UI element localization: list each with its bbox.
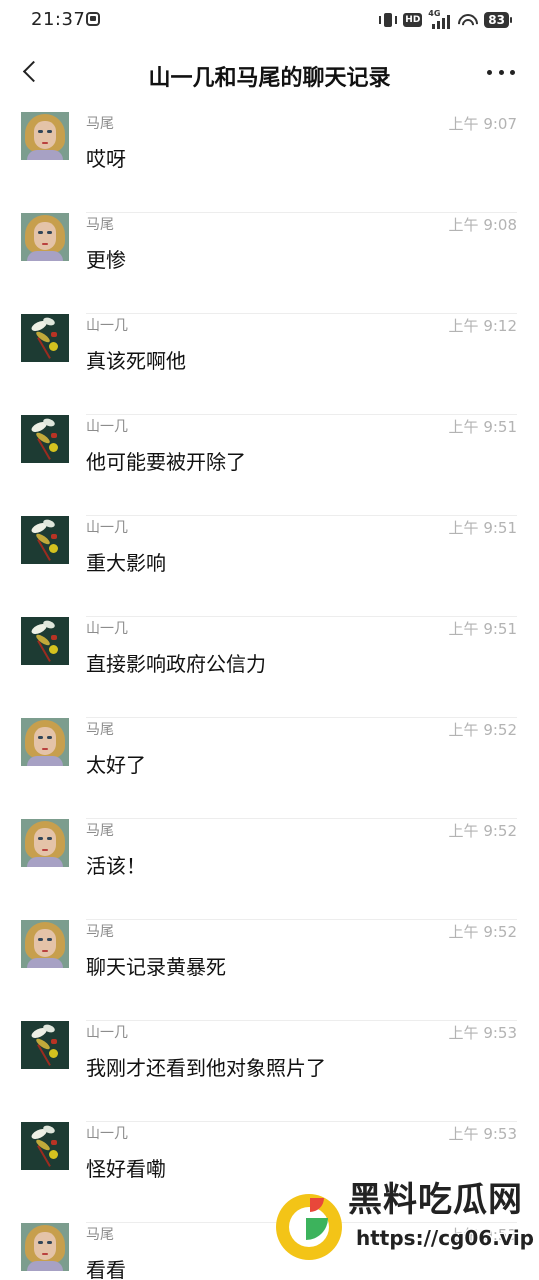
avatar[interactable] bbox=[21, 1122, 69, 1170]
avatar[interactable] bbox=[21, 516, 69, 564]
message-row[interactable]: 马尾 上午 9:52 活该！ bbox=[0, 819, 539, 920]
avatar[interactable] bbox=[21, 617, 69, 665]
message-text: 哎呀 bbox=[86, 147, 126, 171]
network-type: 4G bbox=[428, 9, 441, 18]
avatar[interactable] bbox=[21, 1021, 69, 1069]
message-row[interactable]: 山一几 上午 9:51 直接影响政府公信力 bbox=[0, 617, 539, 718]
chat-history[interactable]: 马尾 上午 9:07 哎呀 马尾 上午 9:08 更惨 山一几 上午 9:12 真该死啊他 山一几… bbox=[0, 106, 539, 1280]
watermelon-logo-icon bbox=[276, 1194, 342, 1260]
watermark-url: https://cg06.vip bbox=[356, 1226, 534, 1250]
sender-name: 马尾 bbox=[86, 823, 114, 839]
watermark-logo: 黑料吃瓜网 https://cg06.vip bbox=[276, 1172, 539, 1266]
message-text: 真该死啊他 bbox=[86, 349, 186, 373]
message-time: 上午 9:52 bbox=[448, 721, 517, 739]
message-text: 重大影响 bbox=[86, 551, 166, 575]
message-text: 活该！ bbox=[86, 854, 146, 878]
message-text: 他可能要被开除了 bbox=[86, 450, 246, 474]
sender-name: 山一几 bbox=[86, 318, 128, 334]
sender-name: 马尾 bbox=[86, 722, 114, 738]
vibrate-icon bbox=[379, 13, 398, 27]
message-row[interactable]: 马尾 上午 9:52 太好了 bbox=[0, 718, 539, 819]
message-time: 上午 9:51 bbox=[448, 620, 517, 638]
sender-name: 山一几 bbox=[86, 1025, 128, 1041]
message-time: 上午 9:51 bbox=[448, 519, 517, 537]
message-row[interactable]: 马尾 上午 9:07 哎呀 bbox=[0, 112, 539, 213]
message-time: 上午 9:52 bbox=[448, 822, 517, 840]
avatar[interactable] bbox=[21, 314, 69, 362]
avatar[interactable] bbox=[21, 213, 69, 261]
avatar[interactable] bbox=[21, 920, 69, 968]
avatar[interactable] bbox=[21, 112, 69, 160]
message-time: 上午 9:07 bbox=[448, 115, 517, 133]
notification-icon bbox=[86, 12, 100, 26]
message-time: 上午 9:53 bbox=[448, 1125, 517, 1143]
message-text: 看看 bbox=[86, 1258, 126, 1280]
message-time: 上午 9:08 bbox=[448, 216, 517, 234]
status-time: 21:37 bbox=[31, 9, 86, 30]
message-row[interactable]: 山一几 上午 9:12 真该死啊他 bbox=[0, 314, 539, 415]
wifi-icon bbox=[458, 12, 479, 28]
message-row[interactable]: 马尾 上午 9:08 更惨 bbox=[0, 213, 539, 314]
message-row[interactable]: 山一几 上午 9:51 他可能要被开除了 bbox=[0, 415, 539, 516]
message-time: 上午 9:53 bbox=[448, 1024, 517, 1042]
sender-name: 马尾 bbox=[86, 217, 114, 233]
message-text: 更惨 bbox=[86, 248, 126, 272]
message-text: 怪好看嘞 bbox=[86, 1157, 166, 1181]
message-list: 马尾 上午 9:07 哎呀 马尾 上午 9:08 更惨 山一几 上午 9:12 真该死啊他 山一几… bbox=[0, 112, 539, 1280]
message-row[interactable]: 山一几 上午 9:53 我刚才还看到他对象照片了 bbox=[0, 1021, 539, 1122]
message-text: 太好了 bbox=[86, 753, 146, 777]
sender-name: 马尾 bbox=[86, 924, 114, 940]
avatar[interactable] bbox=[21, 415, 69, 463]
sender-name: 山一几 bbox=[86, 520, 128, 536]
battery-indicator: 83 bbox=[484, 12, 512, 28]
sender-name: 马尾 bbox=[86, 1227, 114, 1243]
avatar[interactable] bbox=[21, 718, 69, 766]
avatar[interactable] bbox=[21, 819, 69, 867]
message-text: 直接影响政府公信力 bbox=[86, 652, 266, 676]
message-time: 上午 9:12 bbox=[448, 317, 517, 335]
status-bar: 21:37 HD 4G 83 bbox=[0, 0, 539, 40]
message-text: 我刚才还看到他对象照片了 bbox=[86, 1056, 326, 1080]
sender-name: 山一几 bbox=[86, 621, 128, 637]
more-options-icon[interactable] bbox=[487, 70, 515, 76]
signal-icon: 4G bbox=[428, 9, 452, 29]
message-text: 聊天记录黄暴死 bbox=[86, 955, 226, 979]
avatar[interactable] bbox=[21, 1223, 69, 1271]
hd-badge: HD bbox=[403, 13, 423, 27]
sender-name: 马尾 bbox=[86, 116, 114, 132]
watermark-title: 黑料吃瓜网 bbox=[348, 1180, 523, 1220]
chat-header: 山一几和马尾的聊天记录 bbox=[0, 40, 539, 106]
message-row[interactable]: 山一几 上午 9:51 重大影响 bbox=[0, 516, 539, 617]
message-time: 上午 9:52 bbox=[448, 923, 517, 941]
sender-name: 山一几 bbox=[86, 419, 128, 435]
message-time: 上午 9:51 bbox=[448, 418, 517, 436]
message-row[interactable]: 马尾 上午 9:52 聊天记录黄暴死 bbox=[0, 920, 539, 1021]
page-title: 山一几和马尾的聊天记录 bbox=[148, 66, 391, 91]
status-icons: HD 4G 83 bbox=[379, 9, 512, 31]
sender-name: 山一几 bbox=[86, 1126, 128, 1142]
